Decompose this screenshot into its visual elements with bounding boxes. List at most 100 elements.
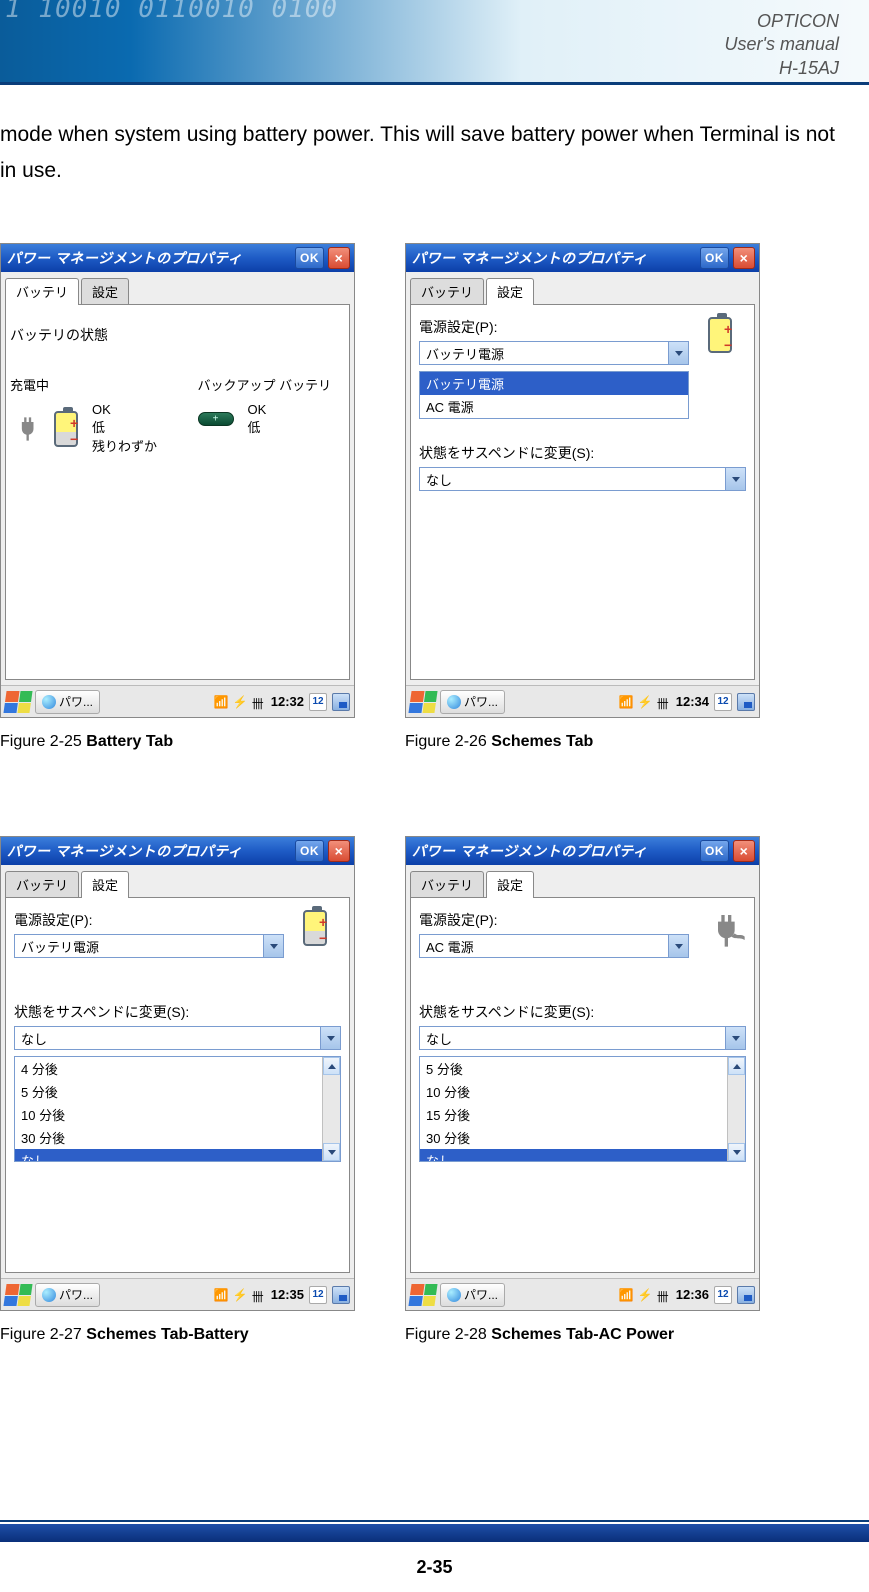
tray-network-icon[interactable]: 📶	[619, 1288, 633, 1302]
list-item[interactable]: 15 分後	[420, 1103, 727, 1126]
list-item[interactable]: 30 分後	[15, 1126, 322, 1149]
tab-battery[interactable]: バッテリ	[5, 278, 79, 305]
tab-settings[interactable]: 設定	[486, 278, 534, 305]
taskbar-app-button[interactable]: パワ...	[35, 1283, 100, 1307]
figure-2-28: パワー マネージメントのプロパティ OK × バッテリ 設定 電源設定(P): …	[405, 836, 760, 1344]
app-globe-icon	[447, 1288, 461, 1302]
power-options-list[interactable]: バッテリ電源 AC 電源	[419, 371, 689, 419]
list-item[interactable]: 10 分後	[420, 1080, 727, 1103]
ok-button[interactable]: OK	[700, 840, 729, 862]
suspend-label: 状態をサスペンドに変更(S):	[419, 1002, 746, 1022]
tray-network-icon[interactable]: 📶	[214, 695, 228, 709]
list-item-battery[interactable]: バッテリ電源	[420, 372, 688, 395]
tab-battery[interactable]: バッテリ	[5, 871, 79, 898]
tray-network-icon[interactable]: 📶	[214, 1288, 228, 1302]
ok-button[interactable]: OK	[700, 247, 729, 269]
list-item-selected[interactable]: なし	[15, 1149, 322, 1162]
status-low: 低	[92, 417, 157, 436]
scroll-down-icon[interactable]	[728, 1143, 745, 1161]
scroll-down-icon[interactable]	[323, 1143, 340, 1161]
scroll-up-icon[interactable]	[323, 1057, 340, 1075]
suspend-combo[interactable]: なし	[14, 1026, 341, 1050]
close-button[interactable]: ×	[328, 840, 350, 862]
tab-settings[interactable]: 設定	[486, 871, 534, 898]
page-number: 2-35	[416, 1557, 452, 1578]
list-scrollbar[interactable]	[727, 1057, 745, 1161]
taskbar: パワ... 📶 ⚡ 卌 12:35 12	[1, 1278, 354, 1310]
list-item[interactable]: 30 分後	[420, 1126, 727, 1149]
tray-ime-icon[interactable]: 12	[309, 1286, 327, 1304]
tray-battery-icon[interactable]: ⚡	[638, 695, 652, 709]
window-title: パワー マネージメントのプロパティ	[412, 841, 700, 861]
start-flag-icon[interactable]	[408, 691, 437, 713]
taskbar-clock[interactable]: 12:35	[271, 1287, 304, 1302]
suspend-label: 状態をサスペンドに変更(S):	[419, 443, 746, 463]
figure-28-caption: Figure 2-28 Schemes Tab-AC Power	[405, 1326, 760, 1344]
tab-settings[interactable]: 設定	[81, 871, 129, 898]
start-flag-icon[interactable]	[3, 691, 32, 713]
suspend-options-list[interactable]: 5 分後 10 分後 15 分後 30 分後 なし	[419, 1056, 746, 1162]
tray-signal-icon[interactable]: 卌	[657, 695, 671, 709]
body-paragraph: mode when system using battery power. Th…	[0, 85, 869, 188]
tabs-row: バッテリ 設定	[1, 865, 354, 898]
close-button[interactable]: ×	[733, 840, 755, 862]
ok-button[interactable]: OK	[295, 840, 324, 862]
power-combo-value: AC 電源	[420, 937, 668, 956]
list-item[interactable]: 5 分後	[15, 1080, 322, 1103]
power-combo[interactable]: AC 電源	[419, 934, 689, 958]
list-item[interactable]: 5 分後	[420, 1057, 727, 1080]
page-header: 1 10010 0110010 0100 OPTICON User's manu…	[0, 0, 869, 85]
tabs-row: バッテリ 設定	[406, 272, 759, 305]
tray-battery-icon[interactable]: ⚡	[233, 1288, 247, 1302]
tray-ime-icon[interactable]: 12	[714, 693, 732, 711]
header-divider	[0, 82, 869, 85]
taskbar-app-button[interactable]: パワ...	[440, 1283, 505, 1307]
titlebar: パワー マネージメントのプロパティ OK ×	[1, 837, 354, 865]
taskbar-app-button[interactable]: パワ...	[35, 690, 100, 714]
tray-desktop-icon[interactable]	[332, 1286, 350, 1304]
tray-signal-icon[interactable]: 卌	[252, 1288, 266, 1302]
tray-ime-icon[interactable]: 12	[714, 1286, 732, 1304]
suspend-options-list[interactable]: 4 分後 5 分後 10 分後 30 分後 なし	[14, 1056, 341, 1162]
ok-button[interactable]: OK	[295, 247, 324, 269]
scroll-up-icon[interactable]	[728, 1057, 745, 1075]
taskbar-app-button[interactable]: パワ...	[440, 690, 505, 714]
tray-desktop-icon[interactable]	[737, 1286, 755, 1304]
tab-battery[interactable]: バッテリ	[410, 871, 484, 898]
list-scrollbar[interactable]	[322, 1057, 340, 1161]
tray-battery-icon[interactable]: ⚡	[233, 695, 247, 709]
schemes-ac-content: 電源設定(P): AC 電源 状態をサスペンドに変更(S): なし 5 分後 1…	[410, 897, 755, 1273]
status-ok: OK	[92, 402, 157, 417]
combo-arrow-icon	[668, 935, 688, 957]
list-item-selected[interactable]: なし	[420, 1149, 727, 1162]
power-combo[interactable]: バッテリ電源	[419, 341, 689, 365]
power-combo[interactable]: バッテリ電源	[14, 934, 284, 958]
tray-signal-icon[interactable]: 卌	[252, 695, 266, 709]
tab-battery[interactable]: バッテリ	[410, 278, 484, 305]
taskbar-clock[interactable]: 12:32	[271, 694, 304, 709]
suspend-combo[interactable]: なし	[419, 467, 746, 491]
start-flag-icon[interactable]	[408, 1284, 437, 1306]
start-flag-icon[interactable]	[3, 1284, 32, 1306]
tray-ime-icon[interactable]: 12	[309, 693, 327, 711]
header-line-2: User's manual	[725, 33, 839, 56]
list-item-ac[interactable]: AC 電源	[420, 395, 688, 418]
suspend-combo-value: なし	[420, 470, 725, 489]
taskbar-clock[interactable]: 12:36	[676, 1287, 709, 1302]
list-item[interactable]: 4 分後	[15, 1057, 322, 1080]
tray-desktop-icon[interactable]	[737, 693, 755, 711]
list-item[interactable]: 10 分後	[15, 1103, 322, 1126]
titlebar: パワー マネージメントのプロパティ OK ×	[1, 244, 354, 272]
power-setting-label: 電源設定(P):	[14, 910, 341, 930]
tab-settings[interactable]: 設定	[81, 278, 129, 305]
figure-2-26: パワー マネージメントのプロパティ OK × バッテリ 設定 +− 電源設定(P…	[405, 243, 760, 751]
tray-desktop-icon[interactable]	[332, 693, 350, 711]
tray-signal-icon[interactable]: 卌	[657, 1288, 671, 1302]
tray-battery-icon[interactable]: ⚡	[638, 1288, 652, 1302]
close-button[interactable]: ×	[733, 247, 755, 269]
taskbar-clock[interactable]: 12:34	[676, 694, 709, 709]
tray-network-icon[interactable]: 📶	[619, 695, 633, 709]
window-battery-tab: パワー マネージメントのプロパティ OK × バッテリ 設定 バッテリの状態 充…	[0, 243, 355, 718]
suspend-combo[interactable]: なし	[419, 1026, 746, 1050]
close-button[interactable]: ×	[328, 247, 350, 269]
